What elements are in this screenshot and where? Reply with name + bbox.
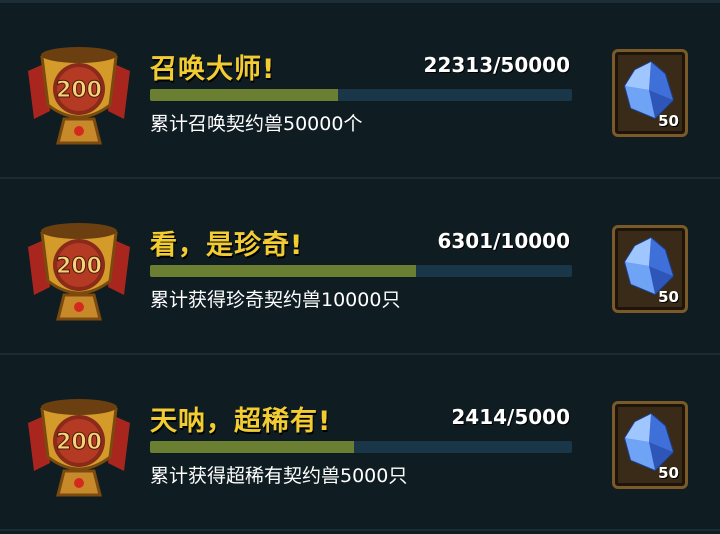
achievement-description: 累计获得超稀有契约兽5000只 <box>150 465 408 487</box>
progress-bar <box>150 265 572 277</box>
progress-fill <box>150 441 354 453</box>
achievement-description: 累计召唤契约兽50000个 <box>150 113 363 135</box>
badge-value: 200 <box>56 78 102 103</box>
reward-slot[interactable]: 50 <box>612 225 688 313</box>
badge-value: 200 <box>56 254 102 279</box>
progress-bar <box>150 441 572 453</box>
achievement-description: 累计获得珍奇契约兽10000只 <box>150 289 401 311</box>
achievement-list: 200 召唤大师! 22313/50000 累计召唤契约兽50000个 50 2… <box>0 0 720 534</box>
progress-count: 22313/50000 <box>423 53 570 77</box>
badge-value: 200 <box>56 430 102 455</box>
reward-slot[interactable]: 50 <box>612 49 688 137</box>
trophy-icon: 200 <box>20 385 138 503</box>
reward-quantity: 50 <box>658 464 679 482</box>
trophy-icon: 200 <box>20 33 138 151</box>
reward-quantity: 50 <box>658 112 679 130</box>
progress-count: 2414/5000 <box>451 405 570 429</box>
reward-quantity: 50 <box>658 288 679 306</box>
reward-slot[interactable]: 50 <box>612 401 688 489</box>
achievement-row[interactable]: 200 召唤大师! 22313/50000 累计召唤契约兽50000个 50 <box>0 3 720 179</box>
progress-bar <box>150 89 572 101</box>
achievement-row[interactable]: 200 天呐，超稀有! 2414/5000 累计获得超稀有契约兽5000只 50 <box>0 355 720 531</box>
achievement-title: 看，是珍奇! <box>150 230 304 261</box>
achievement-title: 召唤大师! <box>150 54 276 85</box>
progress-fill <box>150 265 416 277</box>
achievement-row[interactable]: 200 看，是珍奇! 6301/10000 累计获得珍奇契约兽10000只 50 <box>0 179 720 355</box>
progress-fill <box>150 89 339 101</box>
achievement-title: 天呐，超稀有! <box>150 406 332 437</box>
progress-count: 6301/10000 <box>437 229 570 253</box>
trophy-icon: 200 <box>20 209 138 327</box>
